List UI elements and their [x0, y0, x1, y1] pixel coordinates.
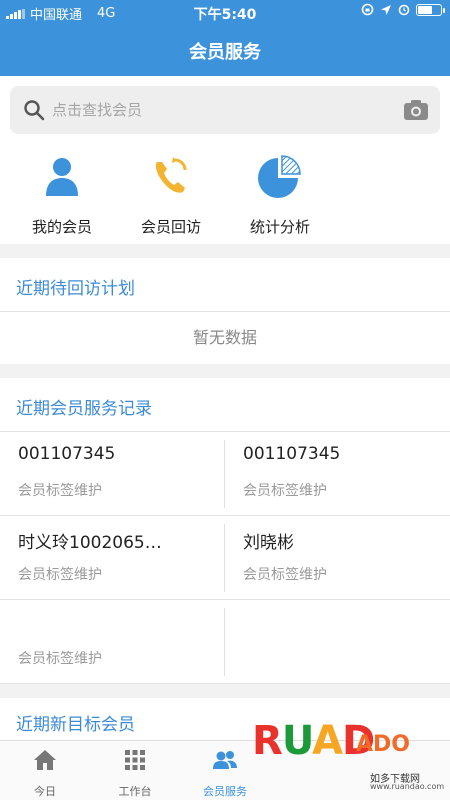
- shortcut-label: 我的会员: [31, 218, 92, 236]
- shortcut-statistics[interactable]: 统计分析: [225, 152, 335, 237]
- watermark-url: www.ruandao.com: [370, 782, 445, 791]
- search-area: [0, 76, 450, 142]
- section-title: 近期待回访计划: [16, 279, 135, 299]
- record-type: 会员标签维护: [243, 483, 327, 499]
- record-name: 001107345: [243, 444, 341, 464]
- record-card[interactable]: 会员标签维护: [0, 600, 225, 684]
- records-grid: 001107345 会员标签维护 001107345 会员标签维护 时义玲100…: [0, 432, 450, 684]
- record-card[interactable]: 001107345 会员标签维护: [225, 432, 450, 516]
- record-card[interactable]: 001107345 会员标签维护: [0, 432, 225, 516]
- record-type: 会员标签维护: [18, 483, 102, 499]
- section-header-callback-plan: 近期待回访计划: [0, 258, 450, 312]
- shortcut-panel: 我的会员 会员回访 统计分析: [0, 142, 450, 244]
- section-title: 近期新目标会员: [16, 715, 135, 735]
- record-name: 刘晓彬: [243, 533, 294, 553]
- section-header-service-records: 近期会员服务记录: [0, 378, 450, 432]
- search-input[interactable]: [52, 96, 382, 124]
- rotation-lock-icon: [361, 3, 374, 16]
- tab-workbench[interactable]: 工作台: [90, 747, 180, 799]
- top-bar: 中国联通 4G 下午5:40 会员服务: [0, 0, 450, 76]
- record-card-empty: [225, 600, 450, 684]
- record-type: 会员标签维护: [18, 651, 102, 667]
- watermark-wordmark-tail: ADO: [356, 732, 410, 757]
- members-icon: [213, 751, 237, 769]
- battery-icon: [416, 3, 445, 16]
- shortcut-label: 会员回访: [140, 218, 201, 236]
- tab-label: 工作台: [118, 785, 152, 798]
- tab-label: 今日: [34, 785, 56, 798]
- person-icon: [46, 158, 78, 196]
- record-type: 会员标签维护: [243, 567, 327, 583]
- record-name: 时义玲1002065…: [18, 533, 162, 553]
- record-type: 会员标签维护: [18, 567, 102, 583]
- alarm-icon: [398, 4, 410, 16]
- search-bar[interactable]: [10, 86, 440, 134]
- grid-icon: [125, 750, 145, 770]
- home-icon: [34, 750, 56, 770]
- camera-icon[interactable]: [402, 97, 430, 123]
- pie-chart-icon: [258, 155, 301, 198]
- shortcut-my-members[interactable]: 我的会员: [7, 152, 117, 237]
- page-title: 会员服务: [189, 42, 261, 63]
- empty-state: 暂无数据: [0, 312, 450, 364]
- shortcut-label: 统计分析: [249, 218, 310, 236]
- location-icon: [381, 4, 391, 15]
- search-icon: [24, 100, 45, 121]
- phone-callback-icon: [155, 157, 187, 193]
- watermark-logo: RUAD ADO 如多下载网 www.ruandao.com: [252, 718, 445, 796]
- section-title: 近期会员服务记录: [16, 399, 152, 419]
- shortcut-member-callback[interactable]: 会员回访: [116, 152, 226, 237]
- record-name: 001107345: [18, 444, 116, 464]
- record-card[interactable]: 刘晓彬 会员标签维护: [225, 516, 450, 600]
- record-card[interactable]: 时义玲1002065… 会员标签维护: [0, 516, 225, 600]
- status-bar: 中国联通 4G 下午5:40: [0, 0, 450, 24]
- tab-today[interactable]: 今日: [0, 747, 90, 799]
